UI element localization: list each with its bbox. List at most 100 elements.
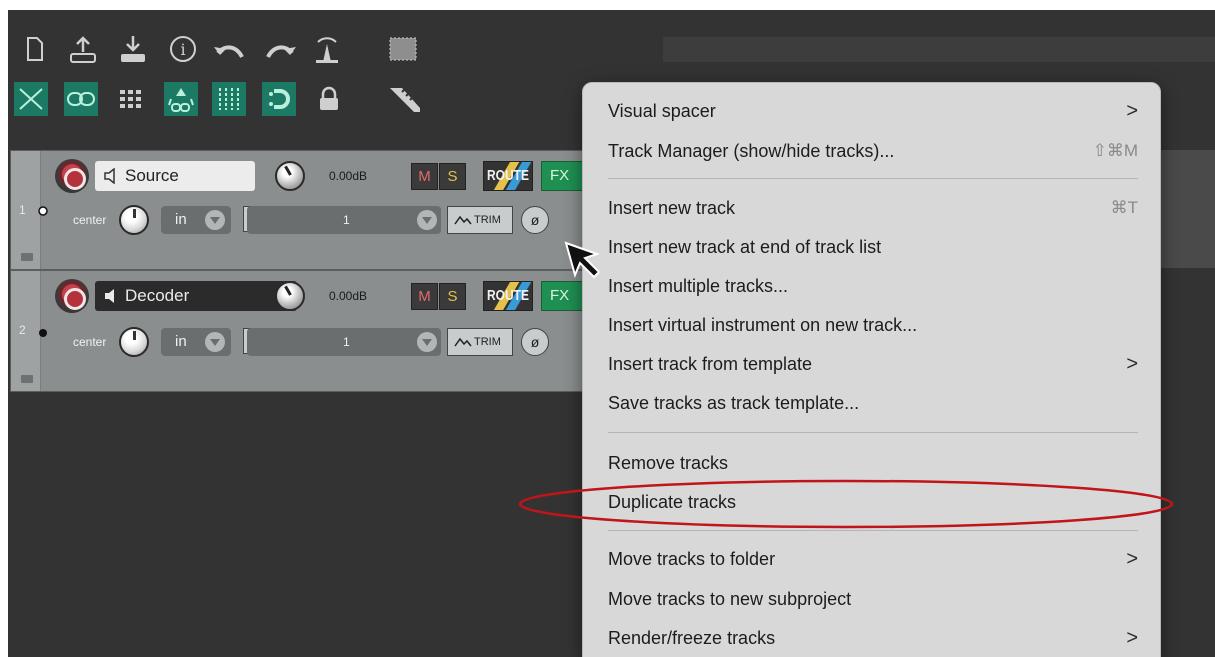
- track-name: Source: [125, 166, 179, 185]
- record-arm-button[interactable]: [55, 279, 89, 313]
- menu-item-insert-multiple-tracks[interactable]: Insert multiple tracks...: [608, 271, 1138, 301]
- ripple-edit-icon[interactable]: [164, 82, 198, 116]
- volume-knob[interactable]: [275, 161, 305, 191]
- volume-value: 0.00dB: [329, 169, 368, 183]
- metronome-icon[interactable]: [310, 32, 344, 66]
- input-channel-label: 1: [343, 213, 350, 227]
- route-label: ROUTE: [487, 286, 529, 304]
- trim-button[interactable]: TRIM: [447, 206, 513, 234]
- info-icon[interactable]: i: [166, 32, 200, 66]
- menu-item-insert-new-track-end[interactable]: Insert new track at end of track list: [608, 232, 1138, 262]
- chevron-right-icon: >: [1126, 100, 1138, 122]
- trim-label: TRIM: [474, 336, 501, 348]
- menu-item-label: Render/freeze tracks: [608, 628, 776, 648]
- menu-item-move-to-subproject[interactable]: Move tracks to new subproject: [608, 584, 1138, 614]
- track-row[interactable]: 2 Decoder 0.00dB M S ROUTE FX center in …: [10, 270, 610, 392]
- phase-invert-button[interactable]: ø: [521, 206, 549, 234]
- chevron-down-icon: [205, 210, 225, 230]
- input-channel-selector[interactable]: 1: [247, 206, 441, 234]
- pan-label: center: [73, 335, 107, 349]
- pan-knob[interactable]: [119, 205, 149, 235]
- trim-label: TRIM: [474, 214, 501, 226]
- save-upload-icon[interactable]: [66, 32, 100, 66]
- route-button[interactable]: ROUTE: [483, 161, 533, 191]
- new-project-icon[interactable]: [18, 32, 52, 66]
- undo-icon[interactable]: [212, 32, 246, 66]
- shortcut-label: ⌘T: [1110, 198, 1138, 217]
- trim-button[interactable]: TRIM: [447, 328, 513, 356]
- pan-label: center: [73, 213, 107, 227]
- open-download-icon[interactable]: [116, 32, 150, 66]
- link-icon[interactable]: [64, 82, 98, 116]
- track-name-field[interactable]: Source: [95, 161, 255, 191]
- snap-grid-icon[interactable]: [212, 82, 246, 116]
- menu-item-insert-from-template[interactable]: Insert track from template >: [608, 349, 1138, 379]
- volume-value: 0.00dB: [329, 289, 368, 303]
- loop-icon[interactable]: [262, 82, 296, 116]
- menu-item-label: Remove tracks: [608, 453, 729, 473]
- pan-knob[interactable]: [119, 327, 149, 357]
- menu-item-label: Track Manager (show/hide tracks)...: [608, 141, 895, 161]
- chevron-right-icon: >: [1126, 627, 1138, 649]
- redo-icon[interactable]: [264, 32, 298, 66]
- lock-icon[interactable]: [312, 82, 346, 116]
- menu-item-remove-tracks[interactable]: Remove tracks: [608, 448, 1138, 478]
- track-number: 1: [19, 203, 26, 217]
- envelope-icon: [454, 215, 472, 225]
- menu-item-visual-spacer[interactable]: Visual spacer >: [608, 96, 1138, 126]
- folder-icon[interactable]: [21, 375, 33, 383]
- mouse-cursor-icon: [564, 241, 601, 279]
- track-context-menu: Visual spacer > Track Manager (show/hide…: [582, 82, 1161, 657]
- ruler-strip: [663, 37, 1215, 62]
- menu-item-label: Move tracks to folder: [608, 549, 776, 569]
- track-folder-indicator[interactable]: [37, 327, 49, 339]
- menu-item-label: Visual spacer: [608, 101, 716, 121]
- chevron-down-icon: [205, 332, 225, 352]
- menu-item-label: Insert virtual instrument on new track..…: [608, 315, 918, 335]
- menu-item-label: Save tracks as track template...: [608, 393, 860, 413]
- menu-item-track-manager[interactable]: Track Manager (show/hide tracks)... ⇧⌘M: [608, 136, 1138, 166]
- solo-button[interactable]: S: [439, 283, 466, 310]
- input-channel-selector[interactable]: 1: [247, 328, 441, 356]
- chevron-down-icon: [417, 210, 437, 230]
- menu-item-label: Insert multiple tracks...: [608, 276, 789, 296]
- menu-item-save-track-template[interactable]: Save tracks as track template...: [608, 388, 1138, 418]
- highlight-ellipse: [518, 479, 1174, 529]
- route-button[interactable]: ROUTE: [483, 281, 533, 311]
- solo-button[interactable]: S: [439, 163, 466, 190]
- mute-button[interactable]: M: [411, 163, 438, 190]
- track-row[interactable]: 1 Source 0.00dB M S ROUTE FX center in I…: [10, 150, 610, 270]
- track-folder-indicator[interactable]: [37, 205, 49, 217]
- input-selector[interactable]: in: [161, 206, 231, 234]
- track-number: 2: [19, 323, 26, 337]
- grid-icon[interactable]: [114, 82, 148, 116]
- speaker-icon: [104, 168, 115, 184]
- input-selector[interactable]: in: [161, 328, 231, 356]
- folder-icon[interactable]: [21, 253, 33, 261]
- phase-invert-button[interactable]: ø: [521, 328, 549, 356]
- svg-text:i: i: [180, 40, 185, 59]
- menu-separator: [608, 178, 1138, 179]
- selection-box-icon[interactable]: [386, 32, 420, 66]
- ruler-icon[interactable]: [388, 82, 422, 116]
- volume-knob[interactable]: [275, 281, 305, 311]
- menu-item-label: Insert new track at end of track list: [608, 237, 882, 257]
- menu-item-insert-new-track[interactable]: Insert new track ⌘T: [608, 193, 1138, 223]
- speaker-icon: [105, 289, 114, 303]
- shortcut-label: ⇧⌘M: [1092, 141, 1138, 160]
- menu-item-label: Insert track from template: [608, 354, 813, 374]
- input-label: in: [175, 211, 187, 228]
- menu-item-label: Insert new track: [608, 198, 736, 218]
- menu-item-insert-virtual-instrument[interactable]: Insert virtual instrument on new track..…: [608, 310, 1138, 340]
- menu-item-label: Move tracks to new subproject: [608, 589, 852, 609]
- menu-item-render-freeze[interactable]: Render/freeze tracks >: [608, 623, 1138, 653]
- crossfade-icon[interactable]: [14, 82, 48, 116]
- input-label: in: [175, 333, 187, 350]
- chevron-right-icon: >: [1126, 353, 1138, 375]
- menu-item-move-to-folder[interactable]: Move tracks to folder >: [608, 544, 1138, 574]
- record-arm-button[interactable]: [55, 159, 89, 193]
- route-label: ROUTE: [487, 166, 529, 184]
- track-name-field[interactable]: Decoder: [95, 281, 297, 311]
- mute-button[interactable]: M: [411, 283, 438, 310]
- chevron-right-icon: >: [1126, 548, 1138, 570]
